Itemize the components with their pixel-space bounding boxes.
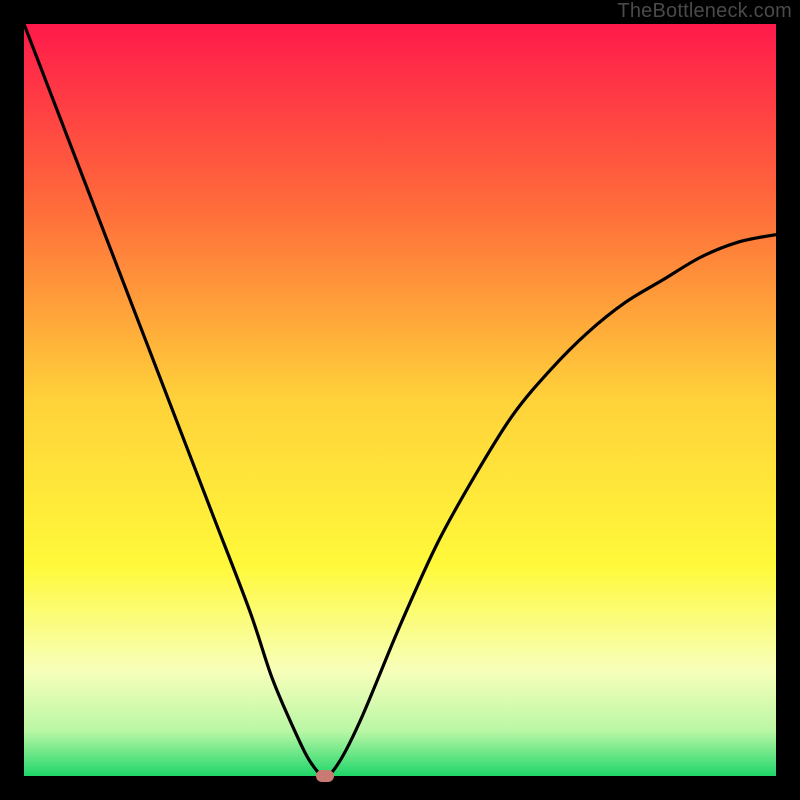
watermark-text: TheBottleneck.com xyxy=(617,0,792,23)
optimum-marker xyxy=(316,770,334,782)
bottleneck-curve xyxy=(24,24,776,776)
chart-container: TheBottleneck.com xyxy=(0,0,800,800)
plot-area xyxy=(24,24,776,776)
curve-path xyxy=(24,24,776,776)
